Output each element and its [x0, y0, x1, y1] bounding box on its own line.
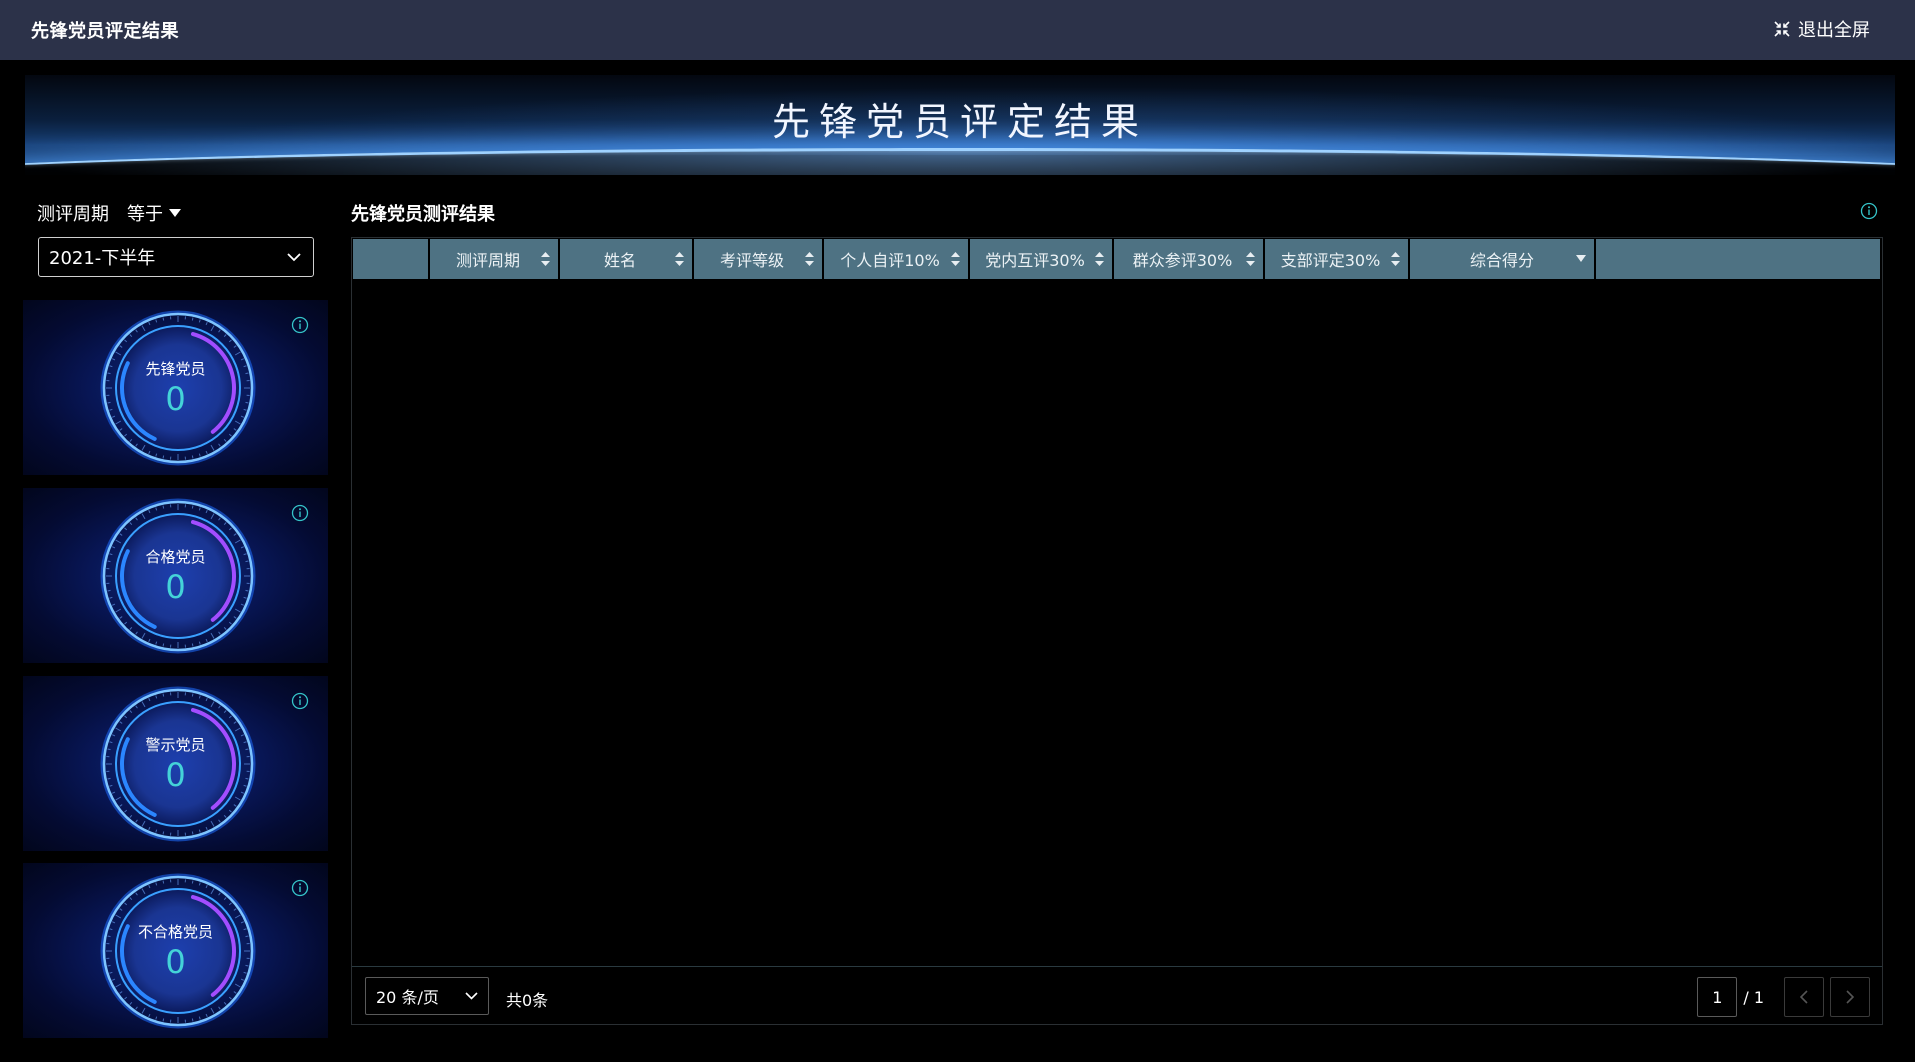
caret-down-icon — [169, 209, 181, 217]
column-header[interactable]: 综合得分 — [1410, 239, 1594, 279]
chevron-left-icon — [1800, 990, 1808, 1004]
table-header: 测评周期 姓名 考评等级 个人自评10% 党内互评30% 群众参评30% 支部评定30% 综合… — [353, 239, 1880, 279]
stat-card: 合格党员 0 — [23, 488, 328, 663]
banner-heading: 先锋党员评定结果 — [771, 100, 1148, 144]
collapse-arrows-icon — [1774, 21, 1790, 37]
stat-value: 0 — [165, 568, 186, 606]
column-header-label: 个人自评10% — [840, 251, 940, 270]
stat-card: 不合格党员 0 — [23, 863, 328, 1038]
column-header — [1596, 239, 1880, 279]
exit-fullscreen-label: 退出全屏 — [1798, 20, 1870, 41]
column-header-label: 测评周期 — [455, 251, 520, 270]
caret-down-icon — [1576, 255, 1586, 262]
stat-card: 警示党员 0 — [23, 676, 328, 851]
column-header[interactable]: 党内互评30% — [970, 239, 1112, 279]
results-table: 测评周期 姓名 考评等级 个人自评10% 党内互评30% 群众参评30% 支部评定30% 综合… — [351, 237, 1883, 1025]
period-select-value: 2021-下半年 — [49, 248, 156, 269]
stat-value: 0 — [165, 380, 186, 418]
stat-label: 警示党员 — [145, 736, 206, 754]
column-header[interactable]: 测评周期 — [430, 239, 558, 279]
column-header-label: 考评等级 — [719, 251, 784, 270]
sort-icon — [541, 252, 550, 266]
current-page-input[interactable]: 1 — [1697, 977, 1738, 1017]
chevron-down-icon — [287, 252, 301, 261]
panel-title: 先锋党员测评结果 — [351, 204, 495, 225]
sort-icon — [805, 252, 814, 266]
info-icon[interactable] — [291, 692, 309, 710]
filter-row: 测评周期 等于 — [37, 200, 181, 226]
stat-value: 0 — [165, 943, 186, 981]
sort-icon — [951, 252, 960, 266]
column-header-label: 综合得分 — [1469, 251, 1534, 270]
column-header[interactable]: 个人自评10% — [824, 239, 968, 279]
column-header[interactable]: 姓名 — [560, 239, 692, 279]
info-icon[interactable] — [291, 879, 309, 897]
column-header — [353, 239, 428, 279]
column-header[interactable]: 考评等级 — [694, 239, 822, 279]
column-header-label: 支部评定30% — [1280, 251, 1381, 270]
stat-label: 合格党员 — [145, 548, 206, 566]
pager: 1 / 1 — [1697, 977, 1870, 1017]
stat-card: 先锋党员 0 — [23, 300, 328, 475]
column-header-label: 姓名 — [603, 251, 636, 270]
info-icon[interactable] — [291, 316, 309, 334]
stat-label: 不合格党员 — [137, 923, 213, 941]
chevron-down-icon — [465, 992, 478, 1000]
page-size-label: 20 条/页 — [376, 988, 439, 1007]
sort-icon — [1246, 252, 1255, 266]
filter-operator-label: 等于 — [127, 204, 163, 225]
sort-icon — [1391, 252, 1400, 266]
chevron-right-icon — [1846, 990, 1854, 1004]
sort-icon — [675, 252, 684, 266]
next-page-button[interactable] — [1830, 977, 1870, 1017]
period-select[interactable]: 2021-下半年 — [38, 237, 314, 277]
stat-value: 0 — [165, 756, 186, 794]
banner: 先锋党员评定结果 — [25, 75, 1895, 175]
column-header-label: 群众参评30% — [1132, 251, 1233, 270]
info-icon[interactable] — [291, 504, 309, 522]
column-header-label: 党内互评30% — [985, 251, 1085, 270]
top-bar: 先锋党员评定结果 退出全屏 — [0, 0, 1915, 60]
exit-fullscreen-button[interactable]: 退出全屏 — [1774, 16, 1870, 42]
stat-label: 先锋党员 — [145, 360, 206, 378]
prev-page-button[interactable] — [1784, 977, 1824, 1017]
pagination-bar: 20 条/页 共0条 1 / 1 — [352, 966, 1882, 1024]
total-pages: / 1 — [1743, 987, 1764, 1007]
filter-label: 测评周期 — [37, 204, 109, 225]
column-header[interactable]: 支部评定30% — [1265, 239, 1408, 279]
filter-operator-dropdown[interactable]: 等于 — [127, 200, 181, 226]
total-count: 共0条 — [506, 991, 549, 1010]
info-icon[interactable] — [1860, 202, 1878, 220]
app-title: 先锋党员评定结果 — [31, 21, 179, 42]
sort-icon — [1095, 252, 1104, 266]
column-header[interactable]: 群众参评30% — [1114, 239, 1263, 279]
page-size-select[interactable]: 20 条/页 — [365, 977, 489, 1015]
